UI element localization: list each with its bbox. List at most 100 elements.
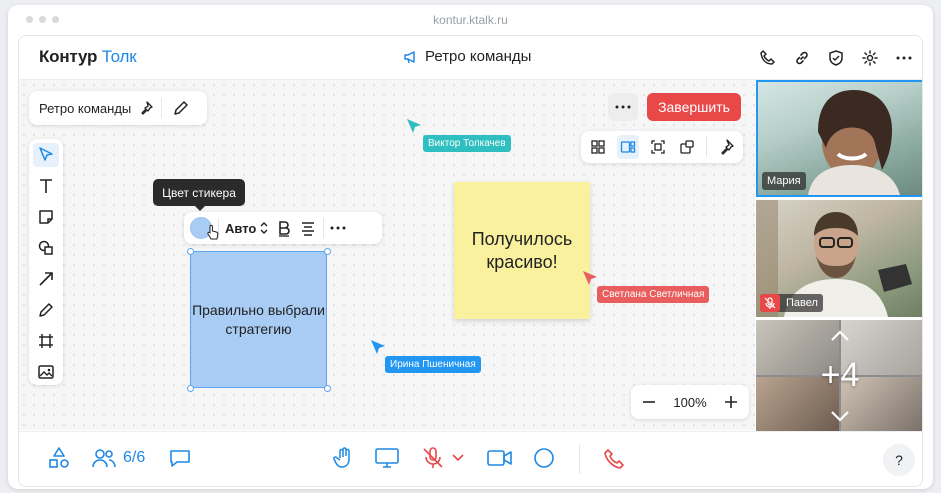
muted-mic-icon [760, 294, 780, 312]
more-icon [330, 226, 346, 230]
resize-handle[interactable] [324, 248, 331, 255]
hand-pointer-icon [206, 224, 220, 240]
divider [579, 444, 580, 474]
browser-titlebar: kontur.ktalk.ru [8, 5, 933, 35]
meeting-title: Ретро команды [403, 48, 531, 65]
leave-call-button[interactable] [603, 446, 627, 470]
security-button[interactable] [824, 46, 848, 70]
plus-icon [723, 394, 739, 410]
participants-button[interactable]: 6/6 [91, 446, 145, 470]
sticky-note[interactable]: Получилось красиво! [454, 182, 590, 319]
participants-count: 6/6 [123, 449, 146, 466]
video-tile[interactable]: Павел [756, 200, 922, 317]
logo-main: Контур [39, 47, 98, 66]
megaphone-icon [403, 49, 419, 65]
participants-panel: Мария Павел +4 [756, 80, 922, 432]
video-tile[interactable]: Мария [756, 80, 922, 197]
settings-button[interactable] [858, 46, 882, 70]
participant-name-tag: Павел [760, 294, 823, 312]
phone-icon [759, 49, 777, 67]
resize-handle[interactable] [187, 248, 194, 255]
sticky-note-selected[interactable]: Правильно выбрали стратегию [190, 251, 327, 388]
image-icon [37, 363, 55, 381]
chat-icon [168, 446, 192, 470]
video-camera-icon [486, 446, 514, 470]
zoom-in-button[interactable] [723, 394, 739, 410]
arrow-tool[interactable] [33, 267, 59, 291]
collaborator-cursor-icon [370, 339, 386, 355]
resize-handle[interactable] [187, 385, 194, 392]
pencil-tool[interactable] [33, 298, 59, 322]
pin-icon [718, 139, 734, 155]
hand-icon [332, 446, 356, 470]
more-button[interactable] [892, 46, 916, 70]
board-title-panel: Ретро команды [29, 91, 207, 125]
sticker-more-button[interactable] [330, 226, 346, 230]
hang-up-icon [603, 446, 627, 470]
grid-view-button[interactable] [587, 135, 609, 159]
divider [706, 137, 708, 157]
chevron-down-icon[interactable] [830, 410, 850, 422]
bold-icon [275, 219, 293, 237]
participant-name-tag: Мария [762, 172, 806, 190]
more-icon [895, 49, 913, 67]
more-participants-tile[interactable]: +4 [756, 320, 922, 432]
chevron-down-icon[interactable] [451, 453, 465, 463]
align-button[interactable] [299, 219, 317, 237]
screen-share-button[interactable] [374, 446, 400, 470]
users-icon [91, 446, 117, 470]
arrow-icon [37, 270, 55, 288]
resize-handle[interactable] [324, 385, 331, 392]
board-more-button[interactable] [608, 93, 638, 121]
whiteboard-canvas[interactable]: Ретро команды Завершить Цвет стикера Авт… [19, 80, 755, 430]
help-button[interactable]: ? [883, 444, 915, 476]
pin-button[interactable] [139, 101, 153, 115]
participant-name: Павел [786, 297, 818, 309]
font-size-select[interactable]: Авто [225, 221, 269, 236]
view-toolbar [581, 131, 743, 163]
app-header: Контур Толк Ретро команды [19, 36, 922, 80]
sticker-color-tooltip: Цвет стикера [153, 179, 245, 211]
font-size-value: Авто [225, 220, 257, 236]
sticky-note-text: Правильно выбрали стратегию [192, 301, 325, 337]
sticky-note-text: Получилось красиво! [471, 228, 573, 272]
gear-icon [861, 49, 879, 67]
chevron-up-icon[interactable] [830, 330, 850, 342]
divider [161, 98, 163, 118]
app-container: Контур Толк Ретро команды Ретро команды … [18, 35, 923, 487]
focus-view-button[interactable] [647, 135, 669, 159]
finish-button[interactable]: Завершить [647, 93, 741, 121]
pencil-icon [172, 99, 190, 117]
phone-button[interactable] [756, 46, 780, 70]
chat-button[interactable] [168, 446, 192, 470]
pin-view-button[interactable] [715, 135, 737, 159]
link-icon [793, 49, 811, 67]
circle-icon [532, 446, 556, 470]
bold-button[interactable] [275, 219, 293, 237]
camera-button[interactable] [486, 446, 514, 470]
align-center-icon [299, 219, 317, 237]
pip-view-button[interactable] [676, 135, 698, 159]
sticker-tool[interactable] [33, 205, 59, 229]
muted-mic-icon [421, 446, 445, 470]
monitor-icon [374, 446, 400, 470]
shapes-tool[interactable] [33, 236, 59, 260]
frame-icon [650, 139, 666, 155]
raise-hand-button[interactable] [332, 446, 356, 470]
split-view-button[interactable] [616, 135, 639, 159]
edit-button[interactable] [172, 99, 190, 117]
cursor-icon [37, 146, 55, 164]
frame-tool[interactable] [33, 329, 59, 353]
link-button[interactable] [790, 46, 814, 70]
reactions-button[interactable] [532, 446, 556, 470]
shapes-icon [47, 446, 71, 470]
microphone-button[interactable] [421, 446, 465, 470]
zoom-out-button[interactable] [641, 394, 657, 410]
pencil-icon [37, 301, 55, 319]
image-tool[interactable] [33, 360, 59, 384]
address-bar[interactable]: kontur.ktalk.ru [8, 13, 933, 27]
apps-button[interactable] [47, 446, 71, 470]
text-tool[interactable] [33, 174, 59, 198]
select-tool[interactable] [33, 143, 59, 167]
hash-frame-icon [37, 332, 55, 350]
